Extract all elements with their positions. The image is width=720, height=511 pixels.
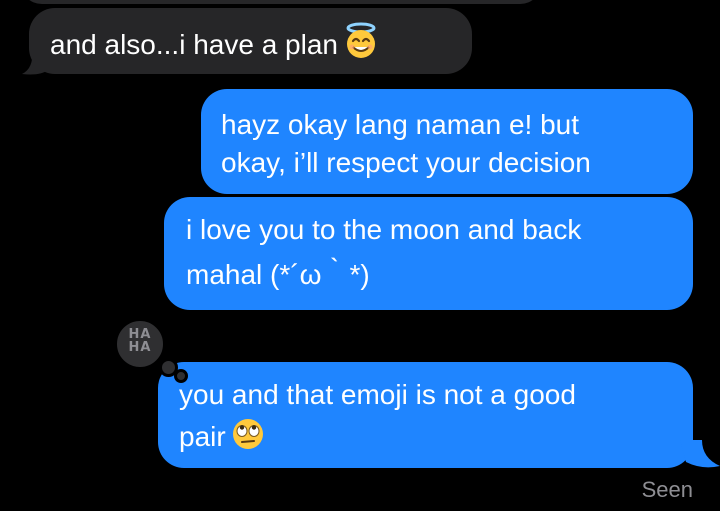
- message-text-line: okay, i’ll respect your decision: [221, 147, 591, 178]
- message-text-line: you and that emoji is not a good: [179, 379, 576, 410]
- message-text-line: pair: [179, 416, 693, 462]
- outgoing-bubble-tail: [680, 440, 720, 468]
- incoming-bubble-tail: [22, 50, 48, 75]
- outgoing-message-bubble[interactable]: you and that emoji is not a good pair: [158, 362, 693, 468]
- incoming-message-bubble[interactable]: and also...i have a plan: [29, 8, 472, 74]
- message-text-line: mahal (*´ω｀*): [186, 259, 370, 290]
- outgoing-message-bubble[interactable]: hayz okay lang naman e! but okay, i’ll r…: [201, 89, 693, 194]
- message-text: pair: [179, 421, 226, 452]
- haha-reaction-badge[interactable]: HA HA: [114, 318, 166, 370]
- previous-message-bubble: [20, 0, 542, 4]
- reaction-bubble-dot: [174, 369, 188, 383]
- face-with-rolling-eyes-icon: [230, 416, 266, 462]
- message-text-line: hayz okay lang naman e! but: [221, 109, 580, 140]
- haha-reaction-label: HA HA: [128, 327, 152, 355]
- message-text: and also...i have a plan: [50, 29, 338, 60]
- smiling-face-with-halo-icon: [342, 22, 380, 70]
- outgoing-message-bubble[interactable]: i love you to the moon and back mahal (*…: [164, 197, 693, 310]
- read-receipt-status: Seen: [641, 477, 693, 502]
- message-text-line: i love you to the moon and back: [186, 214, 582, 245]
